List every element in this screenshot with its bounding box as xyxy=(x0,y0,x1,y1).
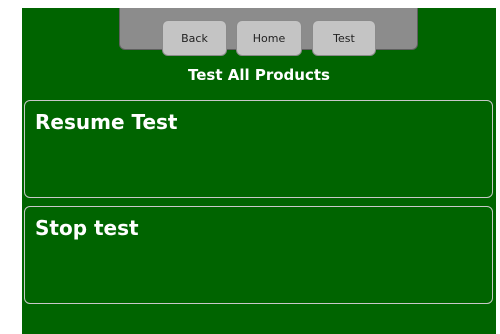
stop-test-label: Stop test xyxy=(35,216,139,240)
app-screen: Back Home Test Test All Products Resume … xyxy=(22,8,496,334)
resume-test-label: Resume Test xyxy=(35,110,178,134)
test-button[interactable]: Test xyxy=(312,20,376,56)
back-button[interactable]: Back xyxy=(162,20,227,56)
stop-test-button[interactable]: Stop test xyxy=(24,206,493,304)
page-title: Test All Products xyxy=(188,66,330,84)
home-button[interactable]: Home xyxy=(236,20,302,56)
resume-test-button[interactable]: Resume Test xyxy=(24,100,493,198)
